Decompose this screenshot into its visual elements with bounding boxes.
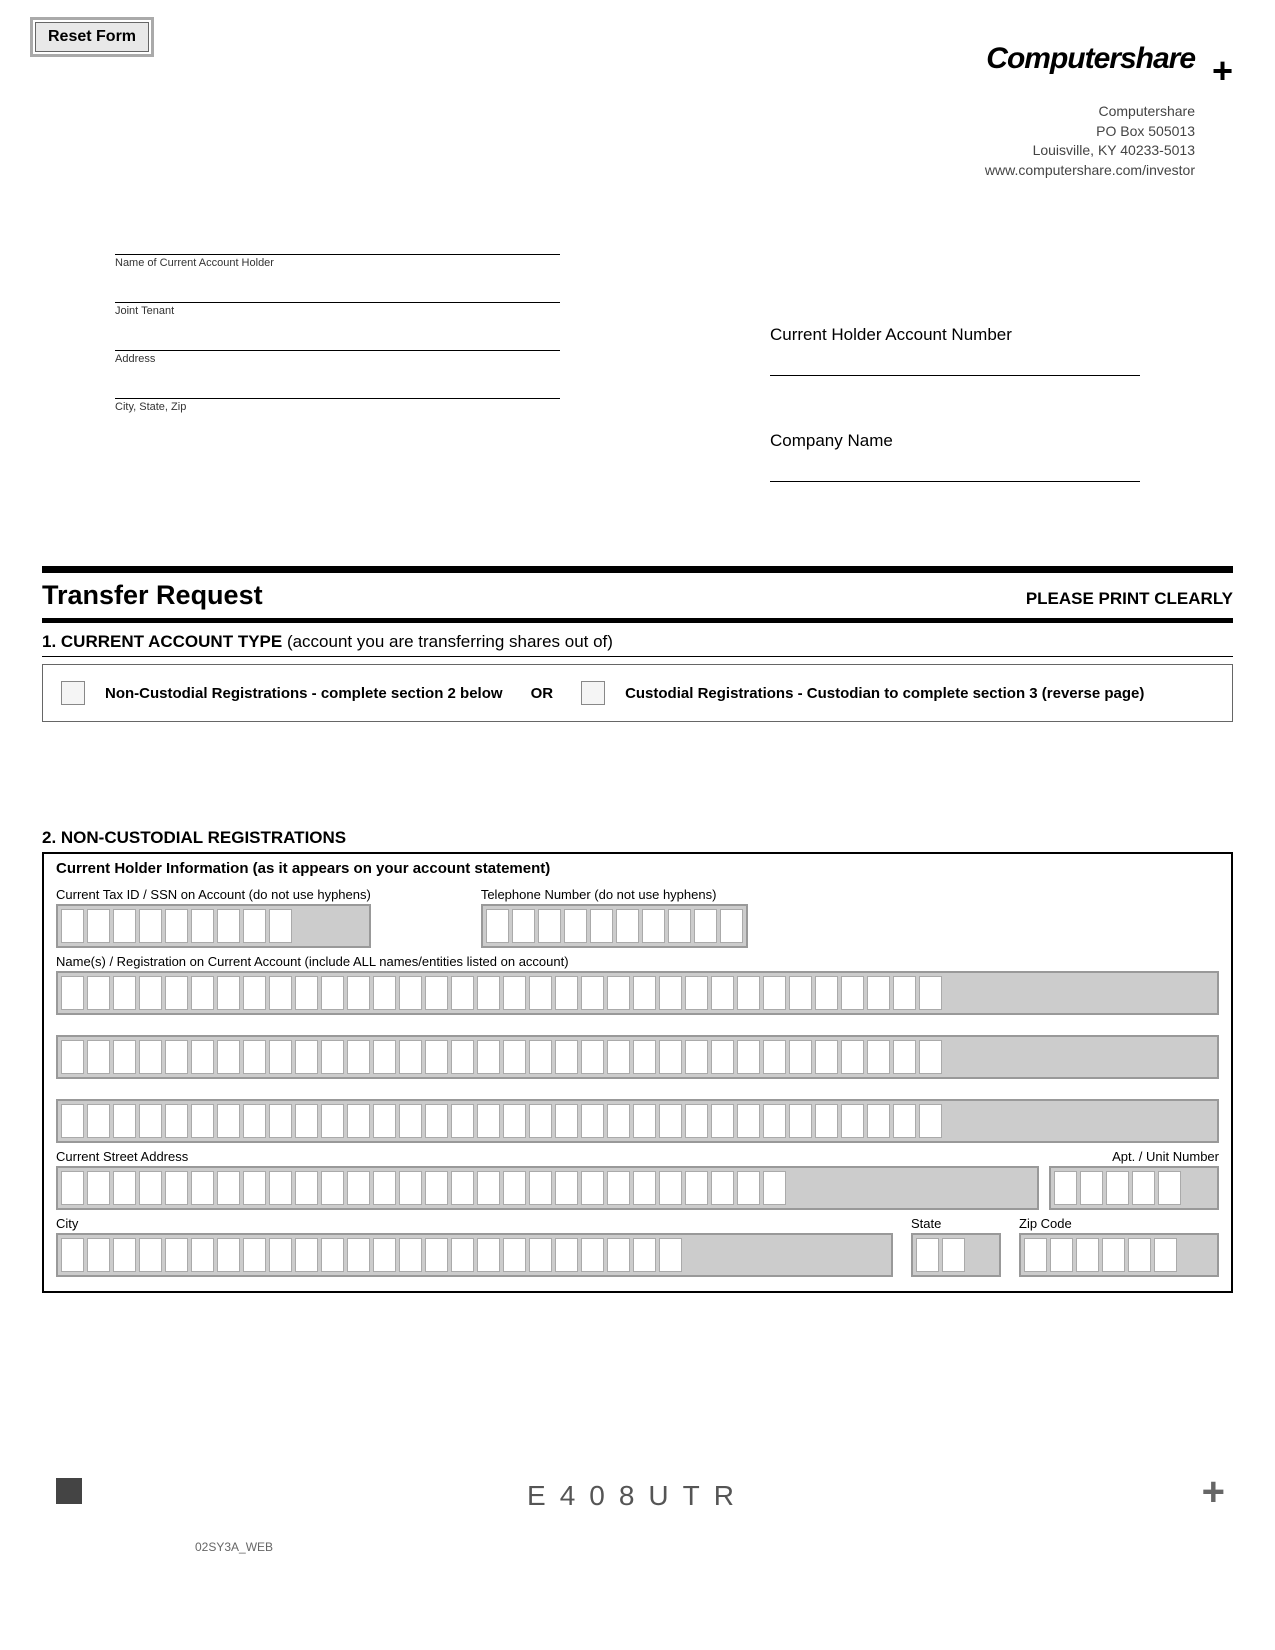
state-input[interactable] <box>911 1233 1001 1277</box>
section2-header: 2. NON-CUSTODIAL REGISTRATIONS <box>42 828 346 848</box>
street-label: Current Street Address <box>56 1149 1039 1164</box>
names-label: Name(s) / Registration on Current Accoun… <box>56 954 1219 969</box>
option-non-custodial-label: Non-Custodial Registrations - complete s… <box>105 685 503 702</box>
city-input[interactable] <box>56 1233 893 1277</box>
zip-label: Zip Code <box>1019 1216 1219 1231</box>
addr-name: Computershare <box>985 102 1195 122</box>
brand-logo: Computershare <box>986 42 1195 76</box>
checkbox-custodial[interactable] <box>581 681 605 705</box>
registration-mark-top: + <box>1212 50 1233 92</box>
city-label: City <box>56 1216 893 1231</box>
option-custodial-label: Custodial Registrations - Custodian to c… <box>625 685 1144 702</box>
names-input-2[interactable] <box>56 1035 1219 1079</box>
right-fields-block: Current Holder Account Number Company Na… <box>770 325 1140 537</box>
phone-input[interactable] <box>481 904 748 948</box>
title-row: Transfer Request PLEASE PRINT CLEARLY <box>42 580 1233 611</box>
phone-label: Telephone Number (do not use hyphens) <box>481 887 748 902</box>
checkbox-non-custodial[interactable] <box>61 681 85 705</box>
section1-heading-rest: (account you are transferring shares out… <box>282 632 613 651</box>
logo-text: Computershare <box>986 42 1195 75</box>
apt-input[interactable] <box>1049 1166 1219 1210</box>
reset-form-button[interactable]: Reset Form <box>35 22 149 52</box>
addr-po: PO Box 505013 <box>985 122 1195 142</box>
print-clearly-label: PLEASE PRINT CLEARLY <box>1026 589 1233 609</box>
divider-under-title <box>42 618 1233 623</box>
form-title: Transfer Request <box>42 580 263 611</box>
holder-info-block: Name of Current Account Holder Joint Ten… <box>115 235 560 427</box>
registration-mark-bottom: + <box>1202 1470 1225 1515</box>
section1-options-box: Non-Custodial Registrations - complete s… <box>42 664 1233 722</box>
section2-subheading: Current Holder Information (as it appear… <box>56 860 1219 877</box>
address-line[interactable] <box>115 331 560 351</box>
csz-line[interactable] <box>115 379 560 399</box>
joint-tenant-line[interactable] <box>115 283 560 303</box>
account-number-line[interactable] <box>770 375 1140 376</box>
footer-code: E408UTR <box>0 1480 1275 1512</box>
holder-name-line[interactable] <box>115 235 560 255</box>
addr-city: Louisville, KY 40233-5013 <box>985 141 1195 161</box>
section1-heading-bold: 1. CURRENT ACCOUNT TYPE <box>42 632 282 651</box>
holder-name-label: Name of Current Account Holder <box>115 257 560 269</box>
joint-tenant-label: Joint Tenant <box>115 305 560 317</box>
or-separator: OR <box>531 685 554 702</box>
street-input[interactable] <box>56 1166 1039 1210</box>
addr-web: www.computershare.com/investor <box>985 161 1195 181</box>
section1-header: 1. CURRENT ACCOUNT TYPE (account you are… <box>42 632 613 652</box>
tax-id-input[interactable] <box>56 904 371 948</box>
zip-input[interactable] <box>1019 1233 1219 1277</box>
state-label: State <box>911 1216 1001 1231</box>
section2-box: Current Holder Information (as it appear… <box>42 852 1233 1293</box>
account-number-label: Current Holder Account Number <box>770 325 1140 345</box>
divider-top <box>42 566 1233 573</box>
company-address-block: Computershare PO Box 505013 Louisville, … <box>985 102 1195 180</box>
names-input-1[interactable] <box>56 971 1219 1015</box>
tax-id-label: Current Tax ID / SSN on Account (do not … <box>56 887 371 902</box>
document-id: 02SY3A_WEB <box>195 1540 273 1554</box>
names-input-3[interactable] <box>56 1099 1219 1143</box>
company-name-label: Company Name <box>770 431 1140 451</box>
section1-underline <box>42 656 1233 657</box>
company-name-line[interactable] <box>770 481 1140 482</box>
address-label: Address <box>115 353 560 365</box>
csz-label: City, State, Zip <box>115 401 560 413</box>
apt-label: Apt. / Unit Number <box>1049 1149 1219 1164</box>
